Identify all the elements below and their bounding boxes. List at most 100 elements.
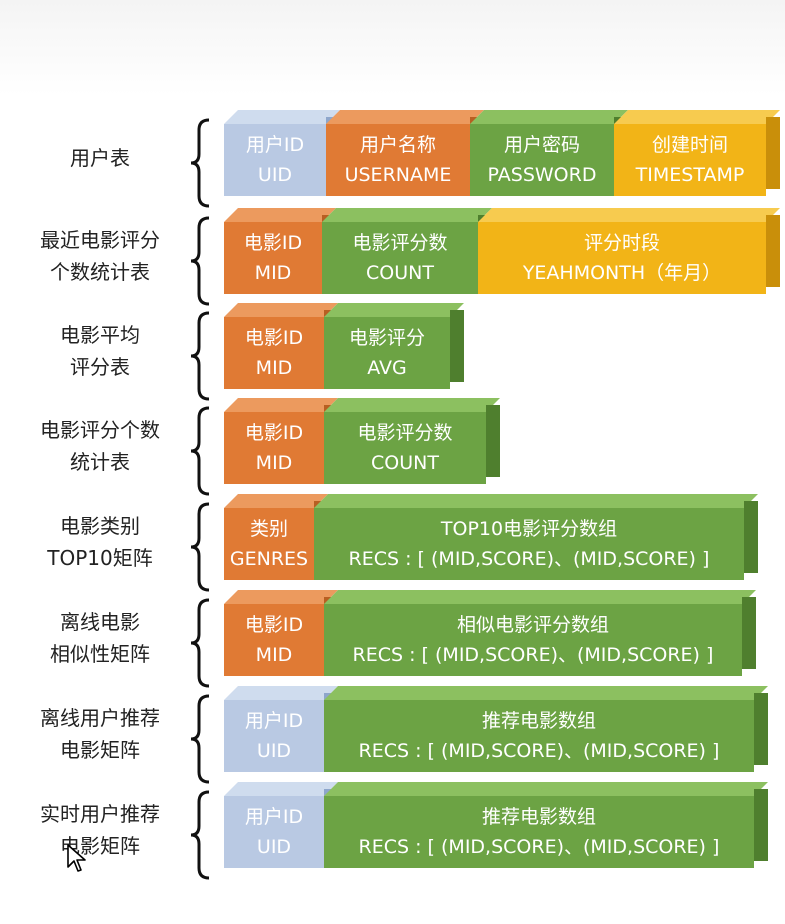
- mouse-cursor-icon: [67, 844, 86, 872]
- field-box: 用户ID UID: [224, 686, 338, 772]
- box-top-face: [324, 590, 756, 604]
- field-chinese-name: 电影评分: [348, 327, 425, 349]
- curly-brace-icon: [190, 694, 210, 784]
- table-row: 离线电影相似性矩阵 电影ID MID 相似电影评分数组 RECS : [ (MID,SC…: [0, 590, 785, 688]
- field-english-name: USERNAME: [344, 164, 452, 186]
- box-side-face: [766, 215, 780, 287]
- table-name-line: 评分表: [70, 355, 130, 379]
- field-chinese-name: 推荐电影数组: [481, 806, 596, 828]
- field-english-name: RECS : [ (MID,SCORE)、(MID,SCORE) ]: [358, 836, 720, 858]
- table-name-line: 用户表: [70, 146, 130, 170]
- table-name-line: 相似性矩阵: [50, 642, 150, 666]
- field-english-name: MID: [255, 357, 293, 379]
- field-box: 推荐电影数组 RECS : [ (MID,SCORE)、(MID,SCORE) ]: [324, 782, 768, 868]
- field-english-name: AVG: [367, 357, 407, 379]
- field-chinese-name: 电影ID: [243, 232, 303, 254]
- field-chinese-name: TOP10电影评分数组: [440, 518, 618, 540]
- field-english-name: MID: [255, 644, 293, 666]
- table-name-label: 电影类别 TOP10矩阵: [10, 494, 190, 590]
- field-box: 推荐电影数组 RECS : [ (MID,SCORE)、(MID,SCORE) ]: [324, 686, 768, 772]
- curly-brace-icon: [190, 118, 210, 208]
- box-side-face: [766, 117, 780, 189]
- table-row: 电影平均 评分表 电影ID MID 电影评分 AVG: [0, 303, 785, 401]
- field-chinese-name: 电影评分数: [357, 422, 453, 444]
- box-top-face: [324, 303, 464, 317]
- field-chinese-name: 相似电影评分数组: [456, 614, 609, 636]
- table-name-line: 最近电影评分: [40, 228, 160, 252]
- field-english-name: GENRES: [229, 548, 309, 570]
- table-name-label: 实时用户推荐 电影矩阵: [10, 782, 190, 878]
- box-top-face: [224, 590, 338, 604]
- table-row: 离线用户推荐 电影矩阵 用户ID UID 推荐电影数组 RECS : [ (MID,SCO…: [0, 686, 785, 784]
- box-side-face: [486, 405, 500, 477]
- field-box: 电影ID MID: [224, 303, 338, 389]
- box-top-face: [224, 686, 338, 700]
- field-chinese-name: 用户密码: [503, 134, 580, 156]
- field-english-name: MID: [255, 452, 293, 474]
- field-english-name: RECS : [ (MID,SCORE)、(MID,SCORE) ]: [358, 740, 720, 762]
- box-top-face: [478, 208, 780, 222]
- box-side-face: [450, 310, 464, 382]
- field-english-name: MID: [254, 262, 292, 284]
- table-row: 电影评分个数 统计表 电影ID MID 电影评分数 COUNT: [0, 398, 785, 496]
- table-name-line: 统计表: [70, 450, 130, 474]
- table-name-line: 离线电影: [60, 610, 140, 634]
- field-english-name: UID: [256, 836, 292, 858]
- field-english-name: TIMESTAMP: [635, 164, 745, 186]
- field-box: TOP10电影评分数组 RECS : [ (MID,SCORE)、(MID,SCO…: [314, 494, 758, 580]
- field-box: 用户ID UID: [224, 110, 340, 196]
- field-box: 相似电影评分数组 RECS : [ (MID,SCORE)、(MID,SCORE)…: [324, 590, 756, 676]
- field-english-name: COUNT: [366, 262, 434, 284]
- field-box: 评分时段 YEAHMONTH（年月）: [478, 208, 780, 294]
- box-top-face: [224, 110, 340, 124]
- field-box: 电影评分数 COUNT: [322, 208, 492, 294]
- curly-brace-icon: [190, 216, 210, 306]
- box-top-face: [224, 782, 338, 796]
- table-row: 用户表 用户ID UID 用户名称 USERNAME 用户密码 PASSWORD 创建时间 TI…: [0, 110, 785, 208]
- field-chinese-name: 用户ID: [244, 710, 304, 732]
- field-box: 电影ID MID: [224, 398, 338, 484]
- box-top-face: [324, 782, 768, 796]
- box-top-face: [324, 398, 500, 412]
- table-name-line: 个数统计表: [50, 260, 150, 284]
- field-box: 电影评分数 COUNT: [324, 398, 500, 484]
- field-chinese-name: 电影评分数: [352, 232, 448, 254]
- box-top-face: [326, 110, 484, 124]
- table-name-line: 电影评分个数: [40, 418, 160, 442]
- field-box: 电影ID MID: [224, 208, 336, 294]
- table-name-line: 实时用户推荐: [40, 802, 160, 826]
- box-top-face: [224, 398, 338, 412]
- box-side-face: [742, 597, 756, 669]
- top-background: [0, 0, 785, 95]
- field-chinese-name: 评分时段: [583, 232, 660, 254]
- field-chinese-name: 用户ID: [245, 134, 305, 156]
- field-english-name: RECS : [ (MID,SCORE)、(MID,SCORE) ]: [348, 548, 710, 570]
- curly-brace-icon: [190, 502, 210, 592]
- field-box: 用户密码 PASSWORD: [470, 110, 628, 196]
- box-side-face: [744, 501, 758, 573]
- table-name-line: 离线用户推荐: [40, 706, 160, 730]
- table-name-line: 电影类别: [60, 514, 140, 538]
- field-chinese-name: 创建时间: [651, 134, 728, 156]
- box-top-face: [324, 686, 768, 700]
- curly-brace-icon: [190, 311, 210, 401]
- table-name-label: 离线用户推荐 电影矩阵: [10, 686, 190, 782]
- box-top-face: [224, 208, 336, 222]
- box-side-face: [754, 693, 768, 765]
- table-name-line: TOP10矩阵: [47, 546, 153, 570]
- box-top-face: [314, 494, 758, 508]
- box-side-face: [754, 789, 768, 861]
- curly-brace-icon: [190, 790, 210, 880]
- table-row: 最近电影评分 个数统计表 电影ID MID 电影评分数 COUNT 评分时段 YEAHMONT…: [0, 208, 785, 306]
- field-english-name: UID: [256, 740, 292, 762]
- field-chinese-name: 用户名称: [359, 134, 436, 156]
- table-name-label: 电影评分个数 统计表: [10, 398, 190, 494]
- field-box: 电影评分 AVG: [324, 303, 464, 389]
- field-box: 创建时间 TIMESTAMP: [614, 110, 780, 196]
- box-top-face: [224, 303, 338, 317]
- curly-brace-icon: [190, 406, 210, 496]
- field-english-name: PASSWORD: [487, 164, 597, 186]
- field-box: 类别 GENRES: [224, 494, 328, 580]
- field-chinese-name: 推荐电影数组: [481, 710, 596, 732]
- field-chinese-name: 电影ID: [244, 614, 304, 636]
